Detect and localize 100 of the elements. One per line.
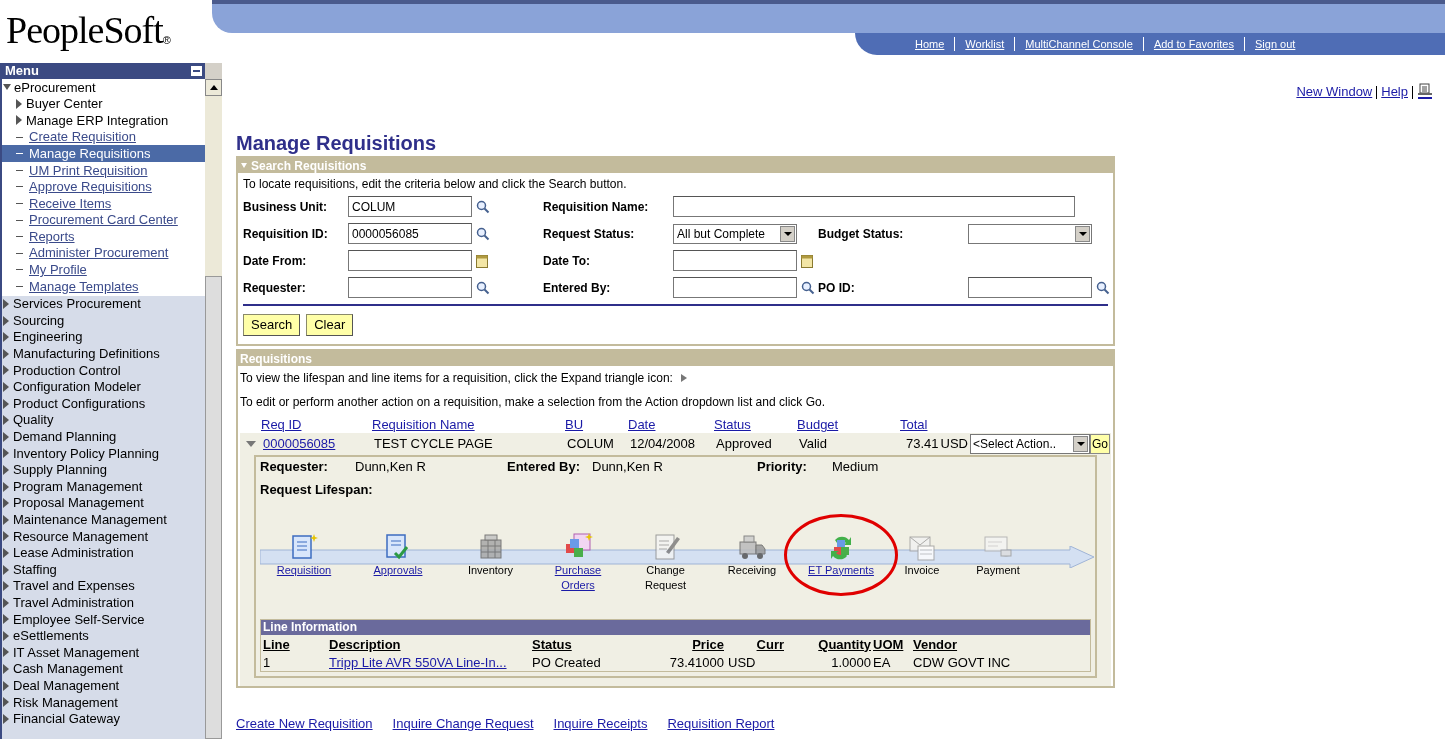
collapsed-triangle-icon[interactable] [3,365,9,376]
input-field[interactable] [348,250,472,271]
nav-link[interactable]: Sign out [1255,35,1296,53]
menu-item[interactable]: IT Asset Management [2,644,205,661]
column-header[interactable]: Total [900,415,966,435]
collapsed-triangle-icon[interactable] [3,547,9,558]
nav-link[interactable]: MultiChannel Console [1025,35,1133,53]
dropdown[interactable]: All but Complete [673,223,797,244]
menu-item[interactable]: Lease Administration [2,544,205,562]
input-field[interactable] [348,277,472,298]
collapsed-triangle-icon[interactable] [3,531,9,542]
menu-item[interactable]: Manage Templates [2,278,205,295]
column-header[interactable]: Requisition Name [372,415,565,435]
menu-item[interactable]: Product Configurations [2,395,205,412]
action-dropdown[interactable]: <Select Action.. [970,434,1090,454]
collapsed-triangle-icon[interactable] [3,713,9,724]
collapsed-triangle-icon[interactable] [3,348,9,359]
menu-item[interactable]: Risk Management [2,693,205,711]
menu-item[interactable]: Employee Self-Service [2,611,205,628]
collapsed-triangle-icon[interactable] [3,299,9,309]
collapsed-triangle-icon[interactable] [3,697,9,708]
collapsed-triangle-icon[interactable] [3,647,9,658]
collapsed-triangle-icon[interactable] [3,448,9,459]
column-header[interactable]: Status [714,415,797,435]
search-icon[interactable] [476,199,490,214]
input-field[interactable] [673,250,797,271]
collapsed-triangle-icon[interactable] [3,581,9,592]
column-header[interactable]: Date [628,415,714,435]
menu-item[interactable]: UM Print Requisition [2,161,205,179]
menu-item[interactable]: Travel and Expenses [2,577,205,595]
collapsed-triangle-icon[interactable] [3,630,9,641]
menu-item[interactable]: eSettlements [2,627,205,645]
menu-item[interactable]: Create Requisition [2,128,205,146]
menu-item[interactable]: My Profile [2,261,205,279]
utility-link[interactable]: Help [1381,82,1408,102]
menu-item[interactable]: Engineering [2,328,205,346]
collapsed-triangle-icon[interactable] [3,680,9,691]
menu-item[interactable]: Supply Planning [2,461,205,479]
print-icon[interactable] [1417,83,1433,101]
collapsed-triangle-icon[interactable] [3,498,9,509]
column-header[interactable]: BU [565,415,628,435]
collapsed-triangle-icon[interactable] [16,98,22,109]
req-id-link[interactable]: 0000056085 [259,434,374,454]
collapsed-triangle-icon[interactable] [3,514,9,525]
menu-item[interactable]: Manufacturing Definitions [2,345,205,363]
collapsed-triangle-icon[interactable] [3,564,9,575]
clear-button[interactable]: Clear [306,314,354,336]
menu-item[interactable]: Staffing [2,561,205,578]
menu-item[interactable]: Manage ERP Integration [2,112,205,129]
search-button[interactable]: Search [243,314,301,336]
stage-link[interactable]: Purchase Orders [543,562,613,593]
calendar-icon[interactable] [476,253,488,268]
menu-item[interactable]: Inventory Policy Planning [2,445,205,462]
stage-link[interactable]: ET Payments [808,562,874,578]
nav-link[interactable]: Worklist [965,35,1005,53]
collapsed-triangle-icon[interactable] [3,332,9,343]
input-field[interactable] [673,277,797,298]
column-header[interactable]: Budget [797,415,900,435]
menu-item[interactable]: Reports [2,228,205,245]
collapsed-triangle-icon[interactable] [3,398,9,409]
footer-link[interactable]: Inquire Receipts [553,713,648,733]
menu-item[interactable]: Travel Administration [2,594,205,611]
menu-item[interactable]: Administer Procurement [2,244,205,262]
menu-item[interactable]: Sourcing [2,312,205,329]
collapse-triangle-icon[interactable] [246,441,256,447]
menu-item[interactable]: Manage Requisitions [2,145,205,162]
collapsed-triangle-icon[interactable] [3,415,9,426]
collapsed-triangle-icon[interactable] [3,664,9,675]
collapsed-triangle-icon[interactable] [3,614,9,625]
footer-link[interactable]: Inquire Change Request [392,713,534,733]
expanded-triangle-icon[interactable] [3,84,11,91]
menu-item[interactable]: Maintenance Management [2,511,205,529]
menu-item[interactable]: Production Control [2,362,205,379]
menu-item[interactable]: Program Management [2,478,205,495]
collapsed-triangle-icon[interactable] [16,115,22,126]
go-button[interactable]: Go [1090,434,1110,454]
menu-item[interactable]: Buyer Center [2,95,205,113]
utility-link[interactable]: New Window [1296,82,1373,102]
menu-item[interactable]: Receive Items [2,195,205,212]
collapsed-triangle-icon[interactable] [3,315,9,326]
menu-item[interactable]: Proposal Management [2,494,205,512]
collapsed-triangle-icon[interactable] [3,481,9,492]
collapsed-triangle-icon[interactable] [3,597,9,608]
collapsed-triangle-icon[interactable] [3,431,9,442]
stage-link[interactable]: Requisition [276,562,332,578]
dropdown[interactable] [968,223,1092,244]
calendar-icon[interactable] [801,253,813,268]
nav-link[interactable]: Add to Favorites [1153,35,1234,53]
menu-item[interactable]: Approve Requisitions [2,178,205,196]
menu-item[interactable]: Procurement Card Center [2,211,205,229]
collapse-icon[interactable] [191,66,202,76]
collapsed-triangle-icon[interactable] [3,382,9,392]
input-field[interactable]: COLUM [348,196,472,217]
menu-item[interactable]: Resource Management [2,528,205,545]
search-icon[interactable] [1096,280,1110,295]
nav-link[interactable]: Home [915,35,945,53]
search-icon[interactable] [476,226,490,241]
footer-link[interactable]: Requisition Report [667,713,775,733]
menu-item[interactable]: Quality [2,411,205,429]
input-field[interactable] [673,196,1075,217]
